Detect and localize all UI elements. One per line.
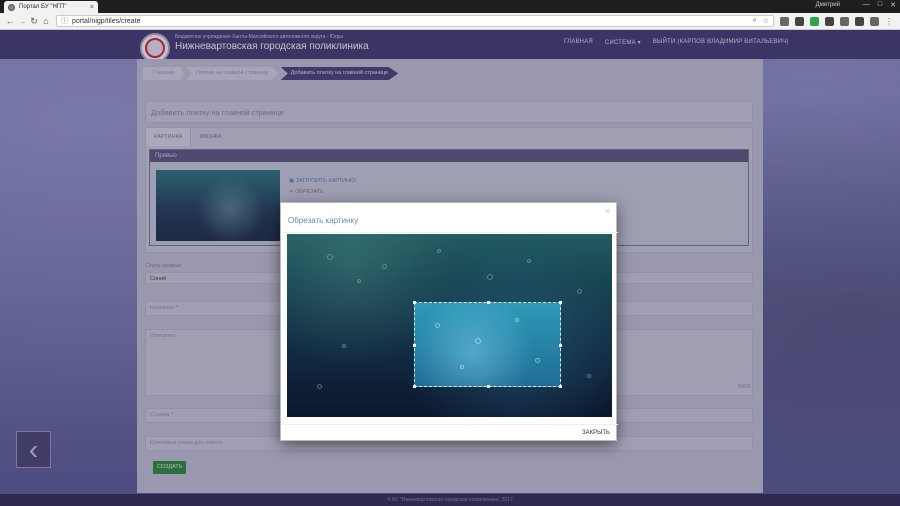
crop-handle[interactable] bbox=[413, 344, 416, 347]
maximize-icon[interactable]: □ bbox=[878, 1, 882, 9]
browser-toolbar: ← → ↻ ⌂ ⓘ portal/nigp/tiles/create ⌕ ☆ ⋮ bbox=[0, 13, 900, 30]
modal-title: Обрезать картинку bbox=[288, 216, 359, 225]
back-icon[interactable]: ← bbox=[4, 16, 16, 26]
crop-handle[interactable] bbox=[487, 301, 490, 304]
crop-modal: Обрезать картинку × ЗАКРЫТЬ bbox=[280, 202, 618, 441]
modal-close-icon[interactable]: × bbox=[605, 207, 610, 216]
crop-handle[interactable] bbox=[559, 385, 562, 388]
window-controls: — □ ✕ bbox=[863, 1, 896, 9]
profile-name[interactable]: Дмитрий bbox=[816, 2, 840, 8]
extensions bbox=[780, 16, 879, 26]
divider bbox=[281, 232, 618, 233]
bubble bbox=[515, 318, 519, 322]
tab-title: Портал БУ "НГП" bbox=[19, 4, 67, 10]
extension-icon[interactable] bbox=[855, 16, 864, 26]
minimize-icon[interactable]: — bbox=[863, 1, 870, 9]
info-icon[interactable]: ⓘ bbox=[61, 16, 68, 26]
extension-icon[interactable] bbox=[870, 16, 879, 26]
browser-tab[interactable]: Портал БУ "НГП" × bbox=[4, 1, 98, 13]
address-bar[interactable]: ⓘ portal/nigp/tiles/create ⌕ ☆ bbox=[56, 15, 774, 27]
favicon-icon bbox=[8, 3, 15, 11]
crop-handle[interactable] bbox=[413, 385, 416, 388]
bubble bbox=[435, 323, 440, 328]
extension-icon[interactable] bbox=[810, 16, 819, 26]
browser-tab-bar: Портал БУ "НГП" × Дмитрий — □ ✕ bbox=[0, 0, 900, 13]
crop-handle[interactable] bbox=[559, 301, 562, 304]
reload-icon[interactable]: ↻ bbox=[28, 16, 40, 27]
close-button[interactable]: ЗАКРЫТЬ bbox=[582, 430, 610, 436]
close-window-icon[interactable]: ✕ bbox=[890, 1, 896, 9]
search-icon[interactable]: ⌕ bbox=[753, 17, 757, 25]
home-icon[interactable]: ⌂ bbox=[40, 16, 52, 26]
extension-icon[interactable] bbox=[795, 16, 804, 26]
crop-handle[interactable] bbox=[413, 301, 416, 304]
crop-handle[interactable] bbox=[559, 344, 562, 347]
extension-icon[interactable] bbox=[840, 16, 849, 26]
bubble bbox=[475, 338, 481, 344]
bubble bbox=[535, 358, 540, 363]
extension-icon[interactable] bbox=[825, 16, 834, 26]
crop-handle[interactable] bbox=[487, 385, 490, 388]
crop-selection[interactable] bbox=[413, 301, 562, 388]
extension-icon[interactable] bbox=[780, 16, 789, 26]
bookmark-star-icon[interactable]: ☆ bbox=[763, 17, 769, 25]
tab-close-icon[interactable]: × bbox=[90, 4, 94, 11]
forward-icon[interactable]: → bbox=[16, 16, 28, 26]
divider bbox=[281, 424, 618, 425]
crop-image[interactable] bbox=[287, 234, 612, 417]
bubble bbox=[460, 365, 464, 369]
browser-menu-icon[interactable]: ⋮ bbox=[885, 17, 893, 26]
url-text[interactable]: portal/nigp/tiles/create bbox=[72, 18, 749, 25]
